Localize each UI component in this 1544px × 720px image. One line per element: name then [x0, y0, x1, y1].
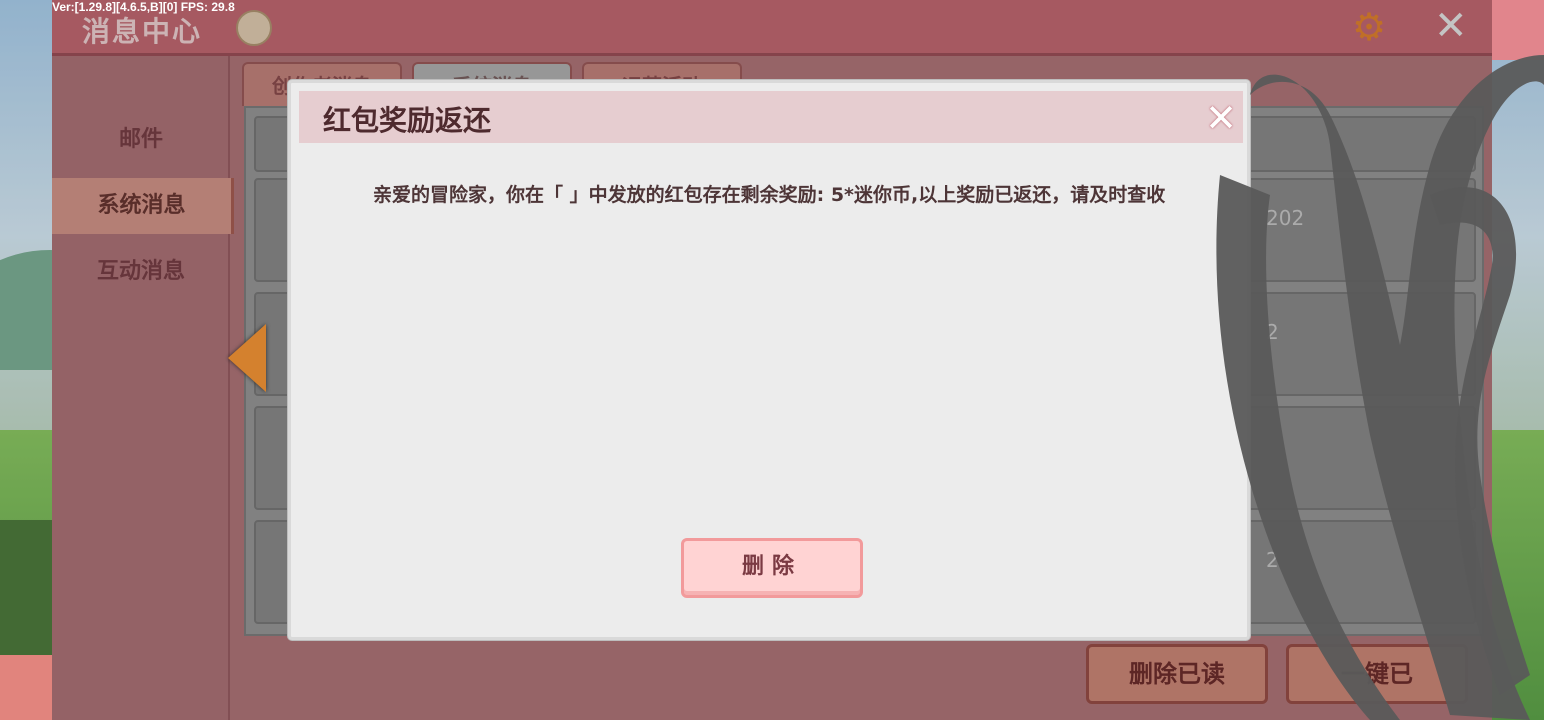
delete-button[interactable]: 删除	[681, 538, 863, 598]
dialog-close-icon[interactable]: ✕	[1201, 99, 1241, 139]
reward-return-dialog: 红包奖励返还 ✕ 亲爱的冒险家，你在「 」中发放的红包存在剩余奖励: 5*迷你币…	[288, 80, 1250, 640]
fps-readout: Ver:[1.29.8][4.6.5,B][0] FPS: 29.8	[52, 0, 235, 14]
dialog-message: 亲爱的冒险家，你在「 」中发放的红包存在剩余奖励: 5*迷你币,以上奖励已返还，…	[373, 184, 1166, 206]
dialog-title: 红包奖励返还	[323, 104, 492, 137]
dialog-header: 红包奖励返还 ✕	[299, 91, 1243, 143]
